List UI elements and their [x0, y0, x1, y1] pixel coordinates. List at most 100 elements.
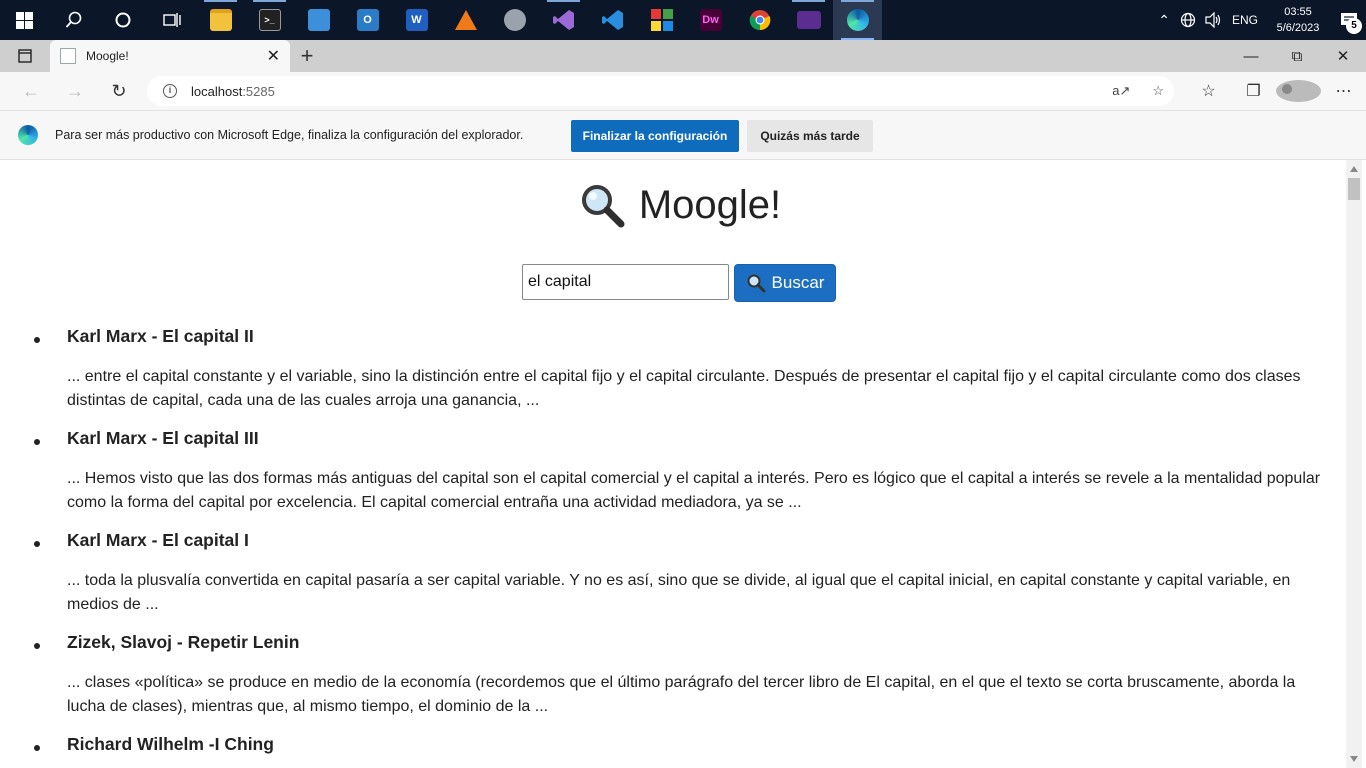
- terminal-icon: >_: [258, 9, 281, 31]
- result-title[interactable]: Karl Marx - El capital III: [67, 427, 1328, 449]
- arrow-left-icon: ←: [22, 80, 40, 101]
- profile-button[interactable]: [1276, 80, 1321, 102]
- restore-button[interactable]: ⧉: [1274, 40, 1320, 72]
- app-icon: [503, 9, 526, 31]
- result-snippet: ... entre el capital constante y el vari…: [67, 368, 1301, 409]
- page-favicon-icon: [60, 48, 76, 64]
- url-text[interactable]: localhost:5285: [191, 84, 275, 99]
- app-icon: [307, 9, 330, 31]
- more-icon: ⋯: [1335, 83, 1352, 100]
- scroll-up-icon[interactable]: [1350, 166, 1358, 172]
- page-viewport: Moogle! Buscar Karl Marx - El capital II…: [3, 160, 1346, 768]
- forward-button[interactable]: →: [53, 72, 97, 110]
- minimize-button[interactable]: —: [1228, 40, 1274, 72]
- new-tab-button[interactable]: +: [290, 40, 324, 72]
- maybe-later-button[interactable]: Quizás más tarde: [747, 120, 873, 152]
- taskbar: >_ O W Dw ⌃ ENG 03:55 5/6/2023 5: [0, 0, 1366, 40]
- browser-tab-bar: Moogle! ✕ + — ⧉ ✕: [0, 40, 1366, 72]
- taskbar-vs-purple[interactable]: [784, 0, 833, 40]
- collections-icon: ❐: [1246, 83, 1261, 100]
- result-snippet: ... clases «política» se produce en medi…: [67, 674, 1296, 715]
- result-title[interactable]: Zizek, Slavoj - Repetir Lenin: [67, 631, 1328, 653]
- edge-icon: [18, 125, 38, 145]
- close-icon: ✕: [1336, 48, 1350, 65]
- page-title: Moogle!: [3, 182, 1346, 228]
- clock-time: 03:55: [1284, 6, 1312, 18]
- app-icon: [650, 9, 673, 31]
- triangle-app-icon: [454, 10, 477, 30]
- scroll-thumb[interactable]: [1348, 178, 1360, 200]
- page-scrollbar[interactable]: [1346, 160, 1362, 768]
- refresh-button[interactable]: ↻: [97, 72, 141, 110]
- scroll-down-icon[interactable]: [1350, 756, 1358, 762]
- language-indicator[interactable]: ENG: [1232, 13, 1258, 27]
- refresh-icon: ↻: [111, 80, 127, 101]
- result-snippet: ... toda la plusvalía convertida en capi…: [67, 572, 1291, 613]
- folder-icon: [209, 9, 232, 31]
- finish-setup-button[interactable]: Finalizar la configuración: [571, 120, 739, 152]
- notification-center-button[interactable]: 5: [1332, 0, 1366, 40]
- results-list: Karl Marx - El capital II ... entre el c…: [34, 325, 1328, 768]
- vscode-icon: [601, 10, 623, 30]
- add-favorite-icon[interactable]: ☆: [1152, 83, 1164, 99]
- restore-icon: ⧉: [1291, 47, 1303, 65]
- magnifier-icon: [747, 274, 766, 293]
- search-button[interactable]: Buscar: [734, 264, 836, 302]
- taskbar-app-multicolor[interactable]: [637, 0, 686, 40]
- clock[interactable]: 03:55 5/6/2023: [1264, 4, 1332, 36]
- notification-count-badge: 5: [1346, 18, 1362, 34]
- tab-actions-button[interactable]: [0, 40, 50, 72]
- task-view-button[interactable]: [147, 0, 196, 40]
- url-port: :5285: [242, 83, 275, 99]
- tab-actions-icon: [18, 49, 32, 63]
- taskbar-outlook[interactable]: O: [343, 0, 392, 40]
- taskbar-visual-studio[interactable]: [539, 0, 588, 40]
- address-bar[interactable]: i localhost:5285 a↗ ☆: [147, 76, 1174, 106]
- globe-icon[interactable]: [1180, 12, 1196, 28]
- result-title[interactable]: Karl Marx - El capital I: [67, 529, 1328, 551]
- result-item: Karl Marx - El capital II ... entre el c…: [34, 325, 1328, 413]
- taskbar-app-orange[interactable]: [441, 0, 490, 40]
- result-title[interactable]: Karl Marx - El capital II: [67, 325, 1328, 347]
- window-controls: — ⧉ ✕: [1228, 40, 1366, 72]
- close-window-button[interactable]: ✕: [1320, 40, 1366, 72]
- favorites-button[interactable]: ☆: [1186, 81, 1231, 101]
- back-button[interactable]: ←: [9, 72, 53, 110]
- cortana-button[interactable]: [98, 0, 147, 40]
- outlook-icon: O: [356, 9, 379, 31]
- taskbar-dreamweaver[interactable]: Dw: [686, 0, 735, 40]
- result-item: Richard Wilhelm -I Ching: [34, 733, 1328, 755]
- result-snippet: ... Hemos visto que las dos formas más a…: [67, 470, 1321, 511]
- chevron-up-icon[interactable]: ⌃: [1158, 12, 1170, 29]
- banner-message: Para ser más productivo con Microsoft Ed…: [55, 128, 524, 142]
- taskbar-chrome[interactable]: [735, 0, 784, 40]
- avatar: [1276, 80, 1321, 102]
- taskbar-file-explorer[interactable]: [196, 0, 245, 40]
- url-host: localhost: [191, 83, 243, 99]
- taskbar-app-blue[interactable]: [294, 0, 343, 40]
- info-icon[interactable]: i: [163, 84, 177, 98]
- taskbar-app-gray[interactable]: [490, 0, 539, 40]
- task-view-icon: [162, 13, 181, 27]
- system-tray: ⌃ ENG 03:55 5/6/2023 5: [1158, 0, 1366, 40]
- search-icon: [65, 11, 81, 28]
- taskbar-word[interactable]: W: [392, 0, 441, 40]
- taskbar-search-button[interactable]: [49, 0, 98, 40]
- result-item: Zizek, Slavoj - Repetir Lenin ... clases…: [34, 631, 1328, 719]
- taskbar-vscode[interactable]: [588, 0, 637, 40]
- search-input[interactable]: [522, 264, 729, 300]
- browser-toolbar: ☆ ❐ ⋯: [1186, 72, 1366, 110]
- collections-button[interactable]: ❐: [1231, 81, 1276, 101]
- result-item: Karl Marx - El capital III ... Hemos vis…: [34, 427, 1328, 515]
- app-icon: [796, 11, 821, 29]
- favorites-icon: ☆: [1201, 83, 1216, 100]
- taskbar-edge[interactable]: [833, 0, 882, 40]
- start-button[interactable]: [0, 0, 49, 40]
- settings-menu-button[interactable]: ⋯: [1321, 81, 1366, 101]
- volume-icon[interactable]: [1204, 12, 1222, 28]
- close-tab-icon[interactable]: ✕: [267, 46, 280, 66]
- read-aloud-icon[interactable]: a↗: [1112, 83, 1130, 99]
- tab-moogle[interactable]: Moogle! ✕: [50, 40, 290, 72]
- result-title[interactable]: Richard Wilhelm -I Ching: [67, 733, 1328, 755]
- taskbar-terminal[interactable]: >_: [245, 0, 294, 40]
